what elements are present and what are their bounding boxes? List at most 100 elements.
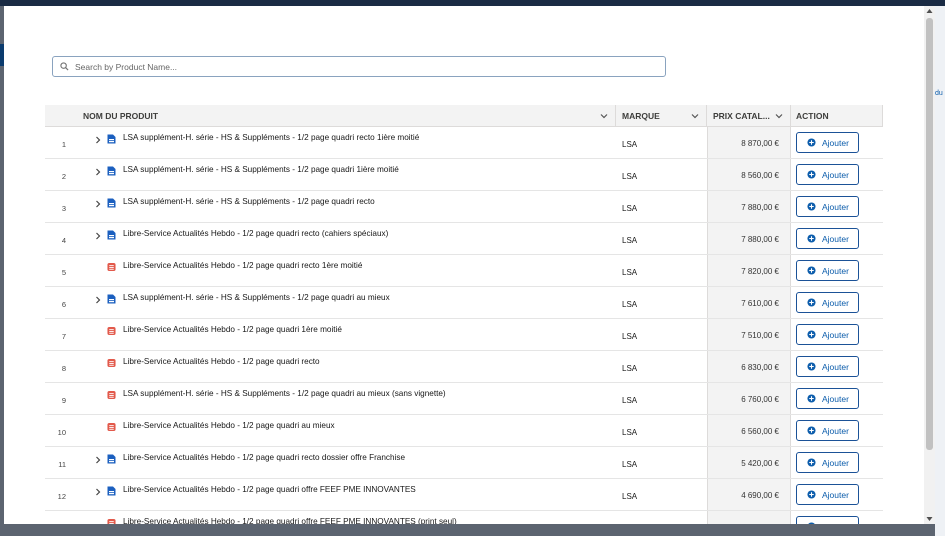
marque-value: LSA [622,268,638,277]
prix-cell: 7 880,00 € [707,191,791,222]
marque-cell: LSA [616,255,707,286]
ajouter-button[interactable]: Ajouter [796,356,859,377]
table-row: 12 Libre-Service Actualités Hebdo - 1/2 … [45,479,883,511]
column-header-action-label: ACTION [796,111,829,121]
marque-cell: LSA [616,511,707,524]
add-circle-icon [807,426,816,435]
modal-scrollbar[interactable] [924,6,935,524]
product-name-cell: Libre-Service Actualités Hebdo - 1/2 pag… [83,255,616,286]
ajouter-button[interactable]: Ajouter [796,516,859,524]
scroll-up-arrow-icon[interactable] [926,8,933,14]
search-input[interactable] [75,57,665,76]
ajouter-button[interactable]: Ajouter [796,452,859,473]
table-row: 4 Libre-Service Actualités Hebdo - 1/2 p… [45,223,883,255]
marque-value: LSA [622,396,638,405]
product-name: LSA supplément-H. série - HS & Supplémen… [123,165,399,174]
ajouter-button[interactable]: Ajouter [796,388,859,409]
chevron-down-icon[interactable] [690,111,700,121]
blue-doc-icon [107,134,116,144]
add-circle-icon [807,138,816,147]
red-list-icon [107,262,116,272]
chevron-right-icon[interactable] [93,167,103,177]
scrollbar-thumb[interactable] [926,18,933,450]
ajouter-label: Ajouter [822,201,849,212]
chevron-right-icon[interactable] [93,295,103,305]
product-name-cell: Libre-Service Actualités Hebdo - 1/2 pag… [83,447,616,478]
ajouter-button[interactable]: Ajouter [796,260,859,281]
background-right-text: du [935,90,943,97]
ajouter-button[interactable]: Ajouter [796,132,859,153]
marque-cell: LSA [616,223,707,254]
chevron-right-icon[interactable] [93,231,103,241]
row-number-cell: 8 [45,351,83,382]
product-name: Libre-Service Actualités Hebdo - 1/2 pag… [123,453,406,462]
product-name-cell: Libre-Service Actualités Hebdo - 1/2 pag… [83,223,616,254]
search-icon [53,62,75,71]
blue-doc-icon [107,454,116,464]
ajouter-button[interactable]: Ajouter [796,164,859,185]
scroll-down-arrow-icon[interactable] [926,516,933,522]
action-cell: Ajouter [791,159,883,190]
blue-doc-icon [107,230,116,240]
row-number: 4 [61,236,66,245]
chevron-down-icon[interactable] [599,111,609,121]
chevron-down-icon[interactable] [774,111,784,121]
column-header-name[interactable]: NOM DU PRODUIT [83,105,616,127]
ajouter-label: Ajouter [822,489,849,500]
row-number-cell: 6 [45,287,83,318]
row-number-cell: 10 [45,415,83,446]
row-number: 6 [61,300,66,309]
row-number: 3 [61,204,66,213]
prix-cell: 8 560,00 € [707,159,791,190]
row-number: 1 [61,140,66,149]
search-box[interactable] [52,56,666,77]
row-number: 8 [61,364,66,373]
ajouter-label: Ajouter [822,393,849,404]
action-cell: Ajouter [791,127,883,158]
chevron-right-icon[interactable] [93,487,103,497]
row-number: 10 [57,428,66,437]
marque-value: LSA [622,428,638,437]
column-header-marque-label: MARQUE [622,111,660,121]
prix-value: 6 760,00 € [741,395,779,404]
product-name: Libre-Service Actualités Hebdo - 1/2 pag… [123,517,457,524]
table-row: 6 LSA supplément-H. série - HS & Supplém… [45,287,883,319]
action-cell: Ajouter [791,511,883,524]
table-body: 1 LSA supplément-H. série - HS & Supplém… [45,127,883,524]
marque-value: LSA [622,236,638,245]
chevron-right-icon[interactable] [93,455,103,465]
ajouter-button[interactable]: Ajouter [796,484,859,505]
table-row: 9 LSA supplément-H. série - HS & Supplém… [45,383,883,415]
action-cell: Ajouter [791,447,883,478]
ajouter-button[interactable]: Ajouter [796,420,859,441]
add-circle-icon [807,362,816,371]
column-header-prix[interactable]: PRIX CATAL... [707,105,791,127]
ajouter-button[interactable]: Ajouter [796,292,859,313]
product-name-cell: Libre-Service Actualités Hebdo - 1/2 pag… [83,319,616,350]
column-header-marque[interactable]: MARQUE [616,105,707,127]
prix-value: 6 830,00 € [741,363,779,372]
product-name: Libre-Service Actualités Hebdo - 1/2 pag… [123,325,342,334]
product-name: Libre-Service Actualités Hebdo - 1/2 pag… [123,421,335,430]
prix-value: 7 610,00 € [741,299,779,308]
product-name: Libre-Service Actualités Hebdo - 1/2 pag… [123,357,320,366]
ajouter-label: Ajouter [822,522,849,525]
column-header-name-label: NOM DU PRODUIT [83,111,159,121]
marque-cell: LSA [616,351,707,382]
prix-value: 7 820,00 € [741,267,779,276]
chevron-right-icon[interactable] [93,199,103,209]
table-row: 3 LSA supplément-H. série - HS & Supplém… [45,191,883,223]
marque-cell: LSA [616,159,707,190]
red-list-icon [107,390,116,400]
ajouter-button[interactable]: Ajouter [796,228,859,249]
ajouter-button[interactable]: Ajouter [796,196,859,217]
product-name-cell: Libre-Service Actualités Hebdo - 1/2 pag… [83,351,616,382]
ajouter-label: Ajouter [822,137,849,148]
row-number-cell: 9 [45,383,83,414]
chevron-right-icon[interactable] [93,135,103,145]
product-name: LSA supplément-H. série - HS & Supplémen… [123,389,446,398]
prix-cell: 6 760,00 € [707,383,791,414]
action-cell: Ajouter [791,415,883,446]
ajouter-button[interactable]: Ajouter [796,324,859,345]
row-number: 7 [61,332,66,341]
